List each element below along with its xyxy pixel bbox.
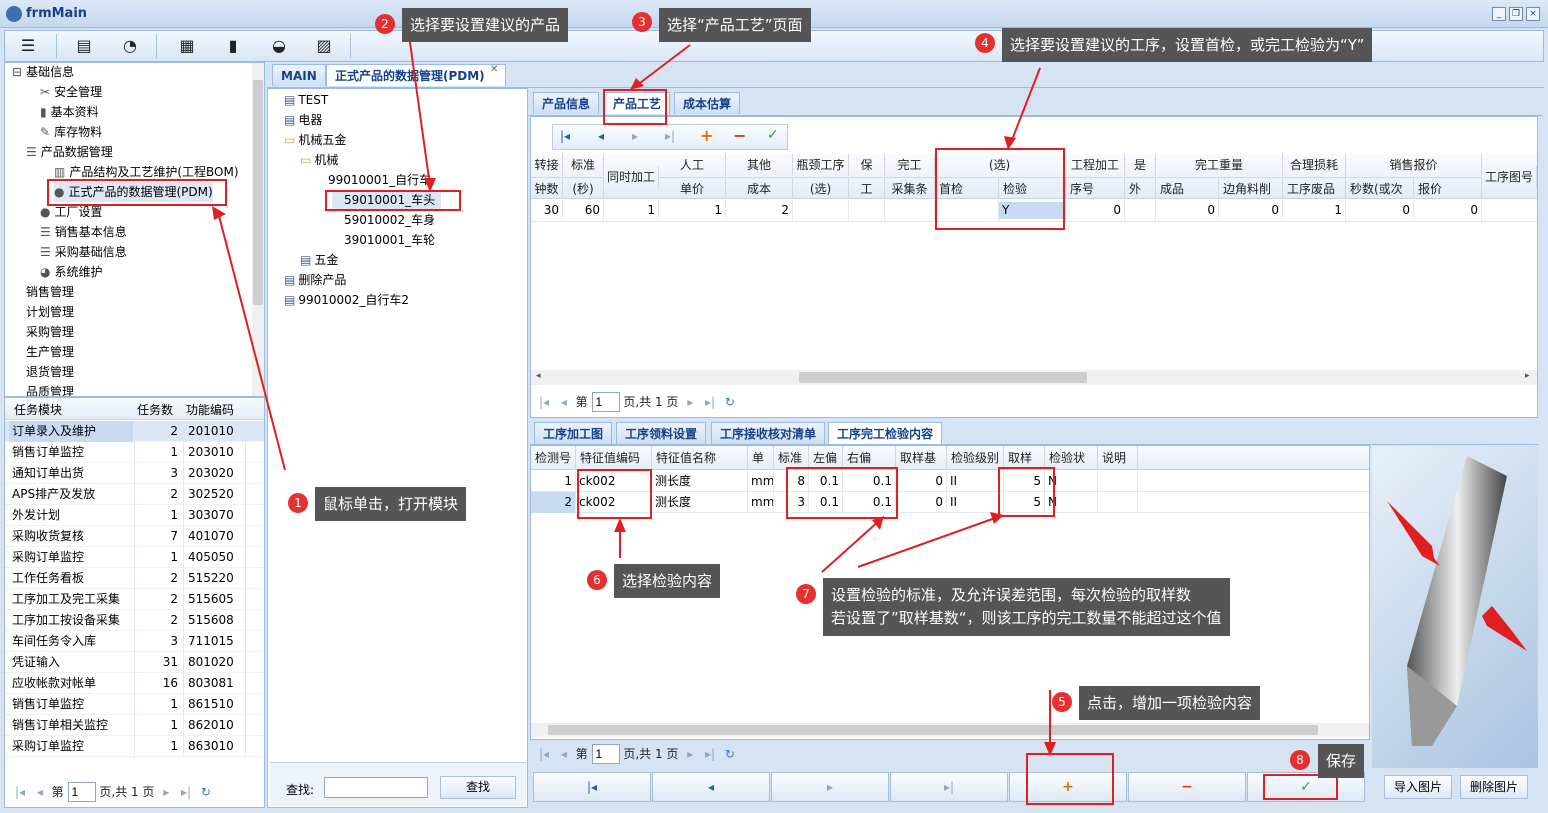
callout-7-line2: 若设置了”取样基数“，则该工序的完工数量不能超过这个值 <box>831 609 1222 627</box>
callout-badge-6: 6 <box>587 570 607 590</box>
callout-7: 设置检验的标准，及允许误差范围，每次检验的取样数若设置了”取样基数“，则该工序的… <box>823 578 1230 636</box>
callout-badge-2: 2 <box>375 14 395 34</box>
callout-badge-5: 5 <box>1052 692 1072 712</box>
callout-3: 选择“产品工艺”页面 <box>659 8 811 42</box>
callout-4: 选择要设置建议的工序，设置首检，或完工检验为“Y” <box>1002 28 1373 62</box>
callout-badge-3: 3 <box>632 12 652 32</box>
callout-badge-8: 8 <box>1290 750 1310 770</box>
callout-5: 点击，增加一项检验内容 <box>1079 686 1261 720</box>
callout-badge-1: 1 <box>288 493 308 513</box>
callout-badge-7: 7 <box>796 584 816 604</box>
callout-8: 保存 <box>1318 744 1365 778</box>
callout-6: 选择检验内容 <box>614 564 721 598</box>
callout-2: 选择要设置建议的产品 <box>402 8 569 42</box>
callout-1: 鼠标单击，打开模块 <box>315 487 467 521</box>
callout-badge-4: 4 <box>975 33 995 53</box>
callout-7-line1: 设置检验的标准，及允许误差范围，每次检验的取样数 <box>831 586 1192 604</box>
annotation-arrows <box>212 27 1056 756</box>
